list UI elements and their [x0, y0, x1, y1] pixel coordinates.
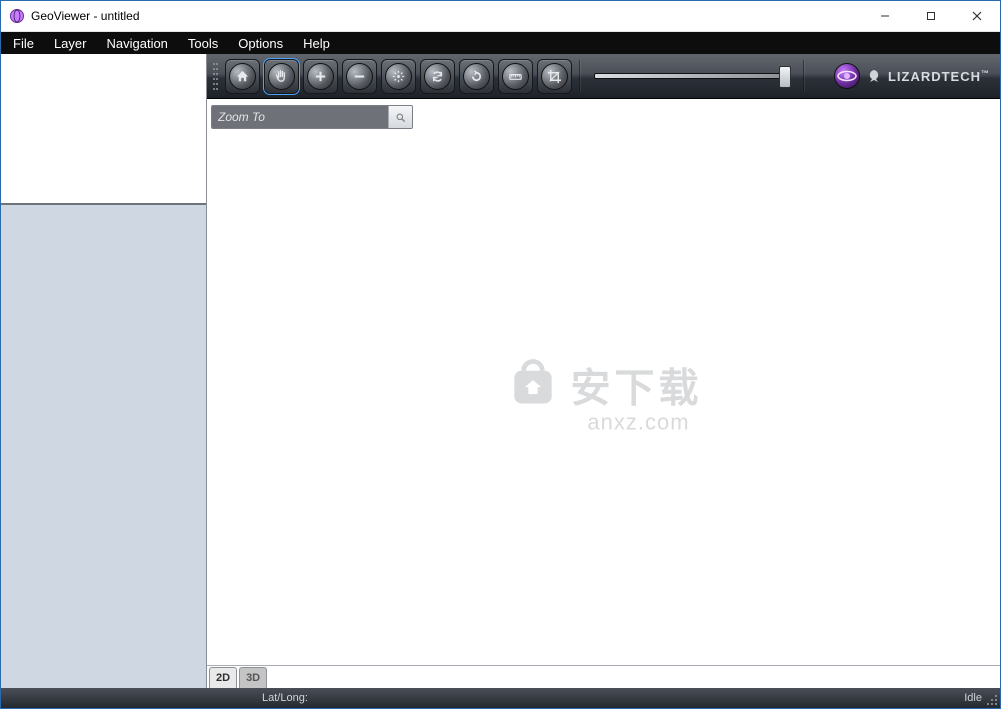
- zoom-to-search: [211, 105, 413, 129]
- zoom-in-icon: [307, 63, 334, 90]
- toolbar-separator: [579, 60, 581, 92]
- crop-icon: [541, 63, 568, 90]
- resize-grip[interactable]: [986, 694, 998, 706]
- app-window: GeoViewer - untitled File Layer Navigati…: [0, 0, 1001, 709]
- window-title: GeoViewer - untitled: [31, 9, 862, 23]
- body: LIZARDTECH™: [1, 54, 1000, 688]
- toolbar-grip[interactable]: [213, 61, 219, 91]
- home-button[interactable]: [225, 59, 260, 94]
- home-icon: [229, 63, 256, 90]
- status-latlong: Lat/Long:: [207, 692, 956, 704]
- zoom-out-icon: [346, 63, 373, 90]
- map-canvas[interactable]: 安下载 anxz.com: [207, 133, 1000, 665]
- toolbar-separator: [803, 60, 805, 92]
- watermark-url: anxz.com: [575, 409, 703, 435]
- sync-icon: [424, 63, 451, 90]
- menu-tools[interactable]: Tools: [178, 32, 228, 54]
- crop-button[interactable]: [537, 59, 572, 94]
- minimize-button[interactable]: [862, 1, 908, 31]
- toolbar: LIZARDTECH™: [207, 54, 1000, 99]
- zoom-to-input[interactable]: [212, 106, 388, 128]
- refresh-button[interactable]: [420, 59, 455, 94]
- tab-3d[interactable]: 3D: [239, 667, 267, 688]
- close-button[interactable]: [954, 1, 1000, 31]
- pan-icon: [268, 63, 295, 90]
- zoom-in-button[interactable]: [303, 59, 338, 94]
- main: LIZARDTECH™: [207, 54, 1000, 688]
- content: 安下载 anxz.com 2D 3D: [207, 99, 1000, 688]
- titlebar: GeoViewer - untitled: [1, 1, 1000, 32]
- zoom-to-go-button[interactable]: [388, 106, 412, 128]
- app-icon: [9, 8, 25, 24]
- content-toolbar: [207, 99, 1000, 133]
- view-tabs: 2D 3D: [207, 665, 1000, 688]
- brand-logo-icon: [834, 63, 860, 89]
- maximize-button[interactable]: [908, 1, 954, 31]
- brand-text: LIZARDTECH™: [888, 69, 990, 84]
- menubar: File Layer Navigation Tools Options Help: [1, 32, 1000, 54]
- sidebar: [1, 54, 207, 688]
- fit-icon: [385, 63, 412, 90]
- menu-layer[interactable]: Layer: [44, 32, 97, 54]
- zoom-slider[interactable]: [588, 60, 796, 93]
- pan-button[interactable]: [264, 59, 299, 94]
- bag-icon: [505, 354, 561, 413]
- menu-file[interactable]: File: [3, 32, 44, 54]
- brand-mark-icon: [866, 68, 882, 84]
- brand: LIZARDTECH™: [834, 63, 996, 89]
- zoom-out-button[interactable]: [342, 59, 377, 94]
- layers-panel: [1, 205, 206, 688]
- zoom-slider-track: [594, 73, 790, 79]
- watermark: 安下载 anxz.com: [505, 354, 703, 435]
- fit-button[interactable]: [381, 59, 416, 94]
- overview-panel: [1, 54, 206, 205]
- menu-options[interactable]: Options: [228, 32, 293, 54]
- rotate-icon: [463, 63, 490, 90]
- measure-icon: [502, 63, 529, 90]
- rotate-button[interactable]: [459, 59, 494, 94]
- menu-help[interactable]: Help: [293, 32, 340, 54]
- statusbar: Lat/Long: Idle: [1, 688, 1000, 708]
- window-controls: [862, 1, 1000, 31]
- zoom-slider-thumb[interactable]: [779, 66, 791, 88]
- watermark-text: 安下载: [571, 355, 703, 413]
- search-icon: [395, 112, 406, 123]
- measure-button[interactable]: [498, 59, 533, 94]
- tab-2d[interactable]: 2D: [209, 667, 237, 688]
- menu-navigation[interactable]: Navigation: [96, 32, 177, 54]
